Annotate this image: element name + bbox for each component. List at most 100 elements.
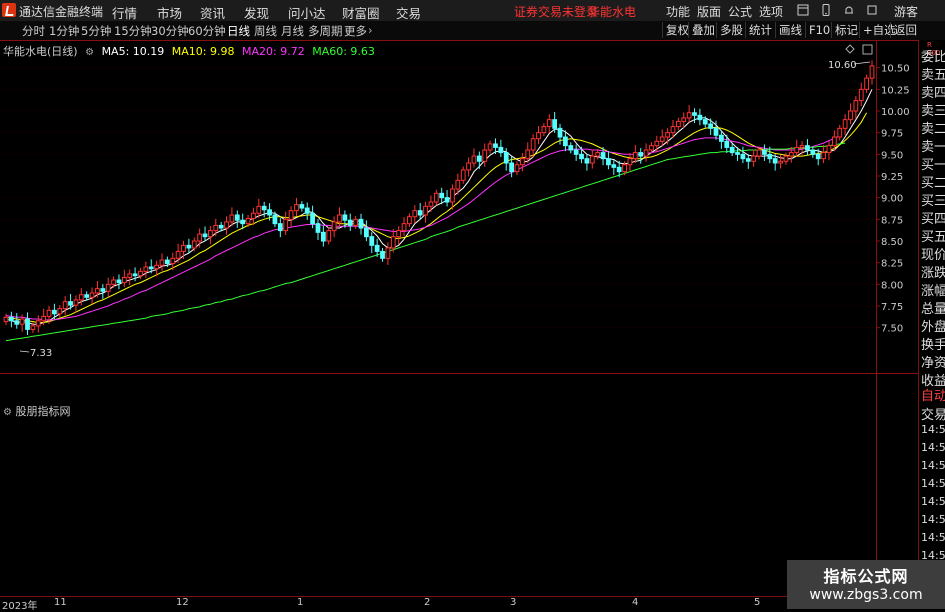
date-label-mar: 3 <box>510 597 517 608</box>
candle-body <box>627 158 633 166</box>
chart-header: 华能水电(日线) ⚙ MA5: 10.19 MA10: 9.98 MA20: 9… <box>3 43 379 59</box>
candle-body <box>89 292 95 298</box>
indicator-settings-icon[interactable]: ⚙ <box>3 407 12 418</box>
expand-icon[interactable] <box>862 44 873 55</box>
price-tick-label: 7.50 <box>881 324 903 335</box>
candle-body <box>622 164 627 173</box>
candle-body <box>374 244 380 252</box>
phone-icon[interactable] <box>820 4 832 16</box>
chevron-down-icon[interactable]: › <box>368 23 373 37</box>
quote-field-label: 净资 <box>921 356 945 371</box>
diamond-icon[interactable] <box>845 44 855 54</box>
candle-body <box>675 120 681 128</box>
tab-60min[interactable]: 60分钟 <box>188 23 226 39</box>
sub-chart-header: ⚙ 股朋指标网 <box>3 403 70 419</box>
stats-button[interactable]: 统计 <box>745 22 775 38</box>
date-label-nov: 11 <box>54 597 67 608</box>
overlay-button[interactable]: 叠加 <box>688 22 718 38</box>
candle-body <box>390 236 396 249</box>
candle-body <box>62 301 68 310</box>
window-icon[interactable] <box>797 4 809 16</box>
tick-time: 14:56 <box>921 495 945 508</box>
tab-weekly[interactable]: 周线 <box>254 23 277 39</box>
panel-toggle-1[interactable]: 交易 <box>921 404 945 423</box>
candle-body <box>853 100 859 112</box>
settings-icon[interactable] <box>866 4 878 16</box>
candle-body <box>111 279 116 285</box>
date-axis: 2023年 11 12 1 2 3 4 5 6 <box>0 596 918 612</box>
kline-chart[interactable]: 10.50 10.25 10.00 9.75 9.50 9.25 9.00 8.75 8.50 8… <box>0 40 918 596</box>
candle-body <box>611 164 617 168</box>
price-tick-label: 8.25 <box>881 259 903 270</box>
candle-body <box>369 236 375 246</box>
quote-field-label: 买二 <box>921 176 945 191</box>
quote-field-label: 买一 <box>921 158 945 173</box>
candle-body <box>364 227 369 238</box>
tab-30min[interactable]: 30分钟 <box>151 23 189 39</box>
candle-body <box>315 223 321 233</box>
f10-button[interactable]: F10 <box>805 22 833 38</box>
candle-body <box>30 325 36 330</box>
candle-body <box>428 201 434 207</box>
quote-field-label: 委比 <box>921 50 945 65</box>
tab-15min[interactable]: 15分钟 <box>114 23 152 39</box>
menu-function[interactable]: 功能 <box>666 3 690 20</box>
mark-button[interactable]: 标记 <box>831 22 861 38</box>
quote-field-label: 换手 <box>921 338 945 353</box>
watermark-url: www.zbgs3.com <box>809 587 923 603</box>
candle-body <box>288 210 294 220</box>
quote-field-label: 外盘 <box>921 320 945 335</box>
login-status[interactable]: 证券交易未登录 <box>514 3 598 20</box>
tab-more[interactable]: 更多 <box>344 23 367 39</box>
candle-body <box>697 114 703 121</box>
tick-time: 14:56 <box>921 423 945 436</box>
price-tick-label: 10.50 <box>881 64 910 75</box>
candle-body <box>412 210 418 218</box>
tab-monthly[interactable]: 月线 <box>281 23 304 39</box>
candle-body <box>686 112 692 119</box>
candle-body <box>606 158 611 166</box>
tab-multi-period[interactable]: 多周期 <box>308 23 343 39</box>
menu-layout[interactable]: 版面 <box>697 3 721 20</box>
tab-1min[interactable]: 1分钟 <box>49 23 79 39</box>
candle-body <box>52 309 57 315</box>
panel-toggle-0[interactable]: 自动 <box>921 385 945 404</box>
candle-body <box>154 264 159 270</box>
candle-body <box>665 132 670 138</box>
settings-icon[interactable]: ⚙ <box>85 47 94 58</box>
date-label-jan: 1 <box>297 597 304 608</box>
menu-wealth[interactable]: 财富圈 <box>342 3 380 22</box>
candle-body <box>579 153 584 160</box>
price-tick-label: 9.75 <box>881 129 903 140</box>
user-label[interactable]: 游客 <box>894 3 918 20</box>
tab-daily[interactable]: 日线 <box>227 23 250 39</box>
tab-intraday[interactable]: 分时 <box>22 23 45 39</box>
multi-stock-button[interactable]: 多股 <box>716 22 746 38</box>
candle-body <box>396 230 402 238</box>
app-title: 通达信金融终端 <box>19 5 104 19</box>
quote-field-label: 卖四 <box>921 86 945 101</box>
candle-body <box>503 152 509 164</box>
candle-body <box>272 214 278 225</box>
menu-options[interactable]: 选项 <box>759 3 783 20</box>
menu-news[interactable]: 资讯 <box>200 3 225 22</box>
candle-body <box>616 166 622 173</box>
candle-body <box>740 153 746 160</box>
draw-line-button[interactable]: 画线 <box>775 22 805 38</box>
candle-body <box>304 207 310 214</box>
candle-body <box>164 259 170 265</box>
ma60-line <box>5 142 846 342</box>
candle-body <box>815 153 821 160</box>
candle-body <box>735 152 740 155</box>
tab-5min[interactable]: 5分钟 <box>81 23 111 39</box>
menu-ask[interactable]: 问小达 <box>288 3 326 22</box>
quote-field-label: 买五 <box>921 230 945 245</box>
menu-trade[interactable]: 交易 <box>396 3 421 22</box>
menu-market[interactable]: 行情 <box>112 3 137 22</box>
ma5-line <box>5 89 873 325</box>
menu-formula[interactable]: 公式 <box>728 3 752 20</box>
menu-market-overview[interactable]: 市场 <box>157 3 182 22</box>
back-button[interactable]: 返回 <box>890 22 920 38</box>
menu-discover[interactable]: 发现 <box>244 3 269 22</box>
bell-icon[interactable] <box>843 4 855 16</box>
